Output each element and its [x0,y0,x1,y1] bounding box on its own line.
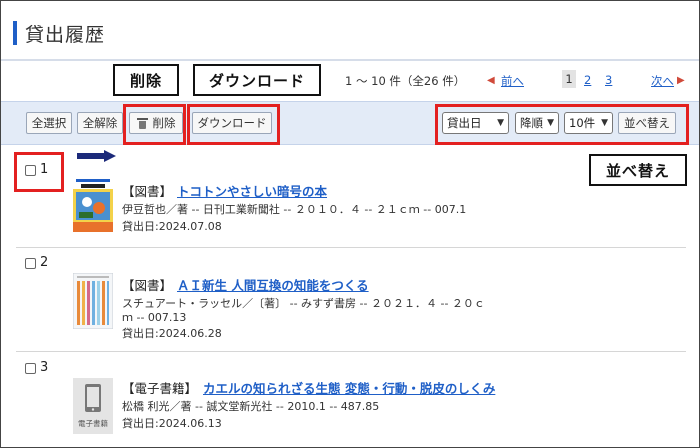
next-arrow-icon: ▶ [677,75,685,86]
item-divider [16,351,686,352]
book-title-link[interactable]: トコトンやさしい暗号の本 [177,181,327,200]
item-checkbox-1[interactable] [25,165,36,176]
prev-arrow-icon: ◀ [487,75,495,86]
result-range: 1 ～ 10 件（全26 件） [345,74,466,88]
book-title-link[interactable]: カエルの知られざる生態 変態・行動・脱皮のしくみ [203,378,495,397]
callout-delete-label: 削除 [113,64,179,96]
highlight-sort-controls [435,104,689,145]
title-accent-bar [13,21,17,45]
deselect-all-button[interactable]: 全解除 [77,112,123,134]
page-frame: 貸出履歴 削除 ダウンロード 1 ～ 10 件（全26 件） ◀ 前へ 1 2 … [0,0,700,448]
item-number: 1 [40,162,49,177]
ebook-cover-3[interactable]: 電子書籍 [73,378,113,434]
item-number: 3 [40,360,49,375]
loan-date: 貸出日:2024.06.13 [122,417,222,430]
page-header: 貸出履歴 [7,15,105,51]
prev-page-link[interactable]: 前へ [501,73,524,89]
page-current: 1 [562,70,576,88]
page-link-2[interactable]: 2 [584,73,591,87]
callout-sort-label: 並べ替え [589,154,687,186]
highlight-download [187,104,280,145]
next-page-link[interactable]: 次へ [651,73,674,89]
loan-date: 貸出日:2024.06.28 [122,327,222,340]
book-meta-continued: ｍ -- 007.13 [122,311,187,324]
item-number: 2 [40,255,49,270]
smartphone-icon [85,384,101,412]
book-title-link[interactable]: ＡＩ新生 人間互換の知能をつくる [177,275,369,294]
select-all-button[interactable]: 全選択 [26,112,72,134]
material-type: 【図書】 [122,184,173,199]
material-type: 【図書】 [122,278,173,293]
item-checkbox-3[interactable] [25,363,36,374]
highlight-checkbox [14,152,64,192]
material-type: 【電子書籍】 [122,381,198,396]
title-divider [1,59,699,61]
page-title: 貸出履歴 [25,23,106,46]
highlight-delete [123,104,186,145]
loan-date: 貸出日:2024.07.08 [122,220,222,233]
book-cover-2[interactable] [72,272,114,330]
arrow-right-icon [77,150,117,162]
book-meta: 松橋 利光／著 -- 誠文堂新光社 -- 2010.1 -- 487.85 [122,400,380,413]
callout-download-label: ダウンロード [193,64,321,96]
item-divider [16,247,686,248]
book-cover-1[interactable] [73,176,113,232]
book-meta: 伊豆哲也／著 -- 日刊工業新聞社 -- ２０１０．４ -- ２１ｃｍ -- 0… [122,203,467,216]
item-checkbox-2[interactable] [25,258,36,269]
page-link-3[interactable]: 3 [605,73,612,87]
ebook-thumb-label: 電子書籍 [78,419,108,428]
